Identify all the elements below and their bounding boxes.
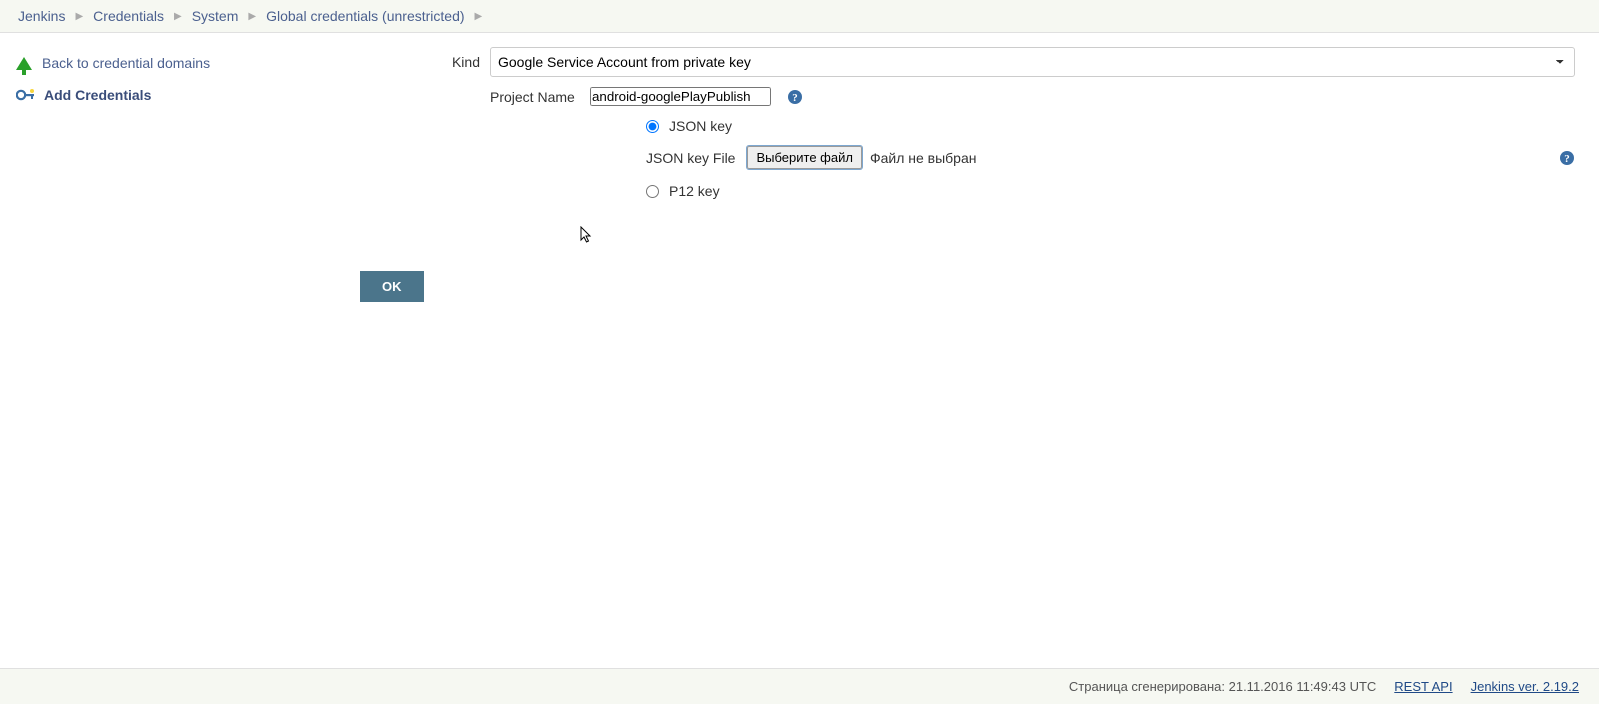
- breadcrumb-sep: ▶: [174, 11, 182, 22]
- footer-version[interactable]: Jenkins ver. 2.19.2: [1471, 679, 1579, 694]
- help-icon[interactable]: ?: [1559, 150, 1575, 166]
- svg-text:?: ?: [792, 92, 798, 104]
- p12-key-radio-row: P12 key: [646, 183, 1575, 199]
- json-file-label: JSON key File: [646, 150, 735, 166]
- project-name-input[interactable]: [590, 87, 771, 106]
- breadcrumb: Jenkins ▶ Credentials ▶ System ▶ Global …: [0, 0, 1599, 33]
- breadcrumb-jenkins[interactable]: Jenkins: [18, 8, 65, 24]
- project-name-label: Project Name: [490, 89, 584, 105]
- breadcrumb-system[interactable]: System: [192, 8, 239, 24]
- back-link[interactable]: Back to credential domains: [42, 55, 210, 71]
- json-key-radio[interactable]: [646, 120, 659, 133]
- breadcrumb-sep: ▶: [475, 11, 483, 22]
- kind-select[interactable]: Google Service Account from private key: [490, 47, 1575, 77]
- help-icon[interactable]: ?: [787, 89, 803, 105]
- kind-label: Kind: [360, 54, 490, 70]
- sidebar-item-add-credentials[interactable]: Add Credentials: [14, 81, 346, 113]
- main-form: Kind Google Service Account from private…: [360, 33, 1599, 657]
- choose-file-button[interactable]: Выберите файл: [747, 146, 861, 169]
- up-arrow-icon: [16, 57, 32, 70]
- breadcrumb-sep: ▶: [248, 11, 256, 22]
- footer-generated: Страница сгенерирована: 21.11.2016 11:49…: [1069, 679, 1376, 694]
- p12-key-radio[interactable]: [646, 185, 659, 198]
- json-file-row: JSON key File Выберите файл Файл не выбр…: [646, 146, 1575, 169]
- sidebar-item-back[interactable]: Back to credential domains: [14, 49, 346, 81]
- breadcrumb-global[interactable]: Global credentials (unrestricted): [266, 8, 464, 24]
- json-key-label: JSON key: [669, 118, 732, 134]
- key-icon: [16, 88, 34, 102]
- sidebar: Back to credential domains Add Credentia…: [0, 33, 360, 657]
- breadcrumb-credentials[interactable]: Credentials: [93, 8, 164, 24]
- json-key-radio-row: JSON key: [646, 118, 1575, 134]
- svg-text:?: ?: [1564, 153, 1570, 165]
- file-status: Файл не выбран: [870, 150, 977, 166]
- breadcrumb-sep: ▶: [75, 11, 83, 22]
- ok-button[interactable]: OK: [360, 271, 424, 302]
- footer-rest-api[interactable]: REST API: [1394, 679, 1452, 694]
- footer: Страница сгенерирована: 21.11.2016 11:49…: [0, 668, 1599, 704]
- add-credentials-link[interactable]: Add Credentials: [44, 87, 151, 103]
- p12-key-label: P12 key: [669, 183, 720, 199]
